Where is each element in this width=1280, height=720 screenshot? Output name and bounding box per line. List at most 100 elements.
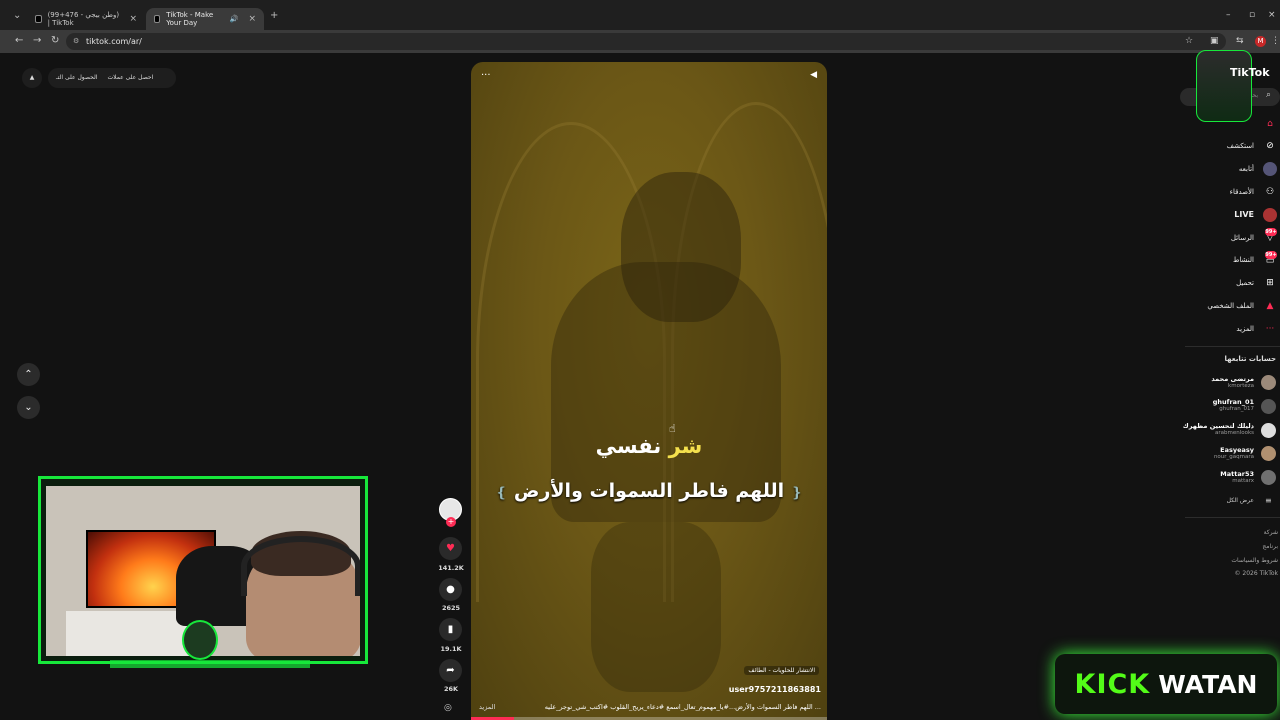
messages-badge: 99+ bbox=[1265, 228, 1277, 236]
account-handle: nour_gaqmara bbox=[1213, 454, 1254, 460]
sidebar-item-following[interactable]: أتابعه bbox=[1239, 165, 1254, 173]
sidebar-item-upload[interactable]: تحميل bbox=[1236, 279, 1254, 287]
sidebar-item-more[interactable]: المزيد bbox=[1236, 325, 1254, 333]
share-count: 26K bbox=[443, 685, 459, 693]
video-username[interactable]: user9757211863881 bbox=[729, 685, 821, 694]
more-icon[interactable]: ··· bbox=[1263, 322, 1277, 336]
mouse-cursor-icon: ☝ bbox=[669, 422, 676, 435]
follow-plus-icon[interactable]: + bbox=[446, 517, 456, 527]
profile-avatar[interactable]: M bbox=[1255, 36, 1266, 47]
search-icon[interactable]: ⌕ bbox=[1266, 90, 1271, 100]
account-name[interactable]: دليلك لتحسين مظهرك bbox=[1183, 422, 1254, 430]
headset-image bbox=[241, 536, 360, 596]
comment-button[interactable]: ● bbox=[439, 578, 462, 601]
tab-tiktok-live[interactable]: (99+وطن بيجي - 476) | TikTok × bbox=[27, 8, 145, 30]
get-app-label[interactable]: الحصول على التـ bbox=[56, 68, 97, 88]
like-button[interactable]: ♥ bbox=[439, 537, 462, 560]
kick-logo-text: KICK bbox=[1074, 668, 1151, 700]
home-icon[interactable]: ⌂ bbox=[1263, 117, 1277, 131]
account-handle: mattarx bbox=[1232, 478, 1254, 484]
kick-channel-name: WATAN bbox=[1158, 669, 1258, 699]
reload-icon[interactable]: ↻ bbox=[51, 35, 59, 46]
like-count: 141.2K bbox=[438, 564, 464, 572]
account-avatar[interactable] bbox=[1261, 470, 1276, 485]
browser-tab-bar: ⌄ (99+وطن بيجي - 476) | TikTok × TikTok … bbox=[0, 0, 1280, 30]
upload-icon[interactable]: ⊞ bbox=[1263, 276, 1277, 290]
activity-badge: 99+ bbox=[1265, 251, 1277, 259]
tab-search-icon[interactable]: ⌄ bbox=[13, 10, 21, 21]
sidebar-item-live[interactable]: LIVE bbox=[1234, 210, 1254, 219]
tiktok-small-icon[interactable]: ▲ bbox=[22, 68, 42, 88]
share-icon: ➦ bbox=[446, 665, 455, 676]
close-window-icon[interactable]: × bbox=[1268, 10, 1276, 20]
browser-menu-icon[interactable]: ⋮ bbox=[1271, 36, 1280, 46]
account-name[interactable]: Mattar53 bbox=[1220, 470, 1254, 478]
sidebar-item-activity[interactable]: النشاط bbox=[1233, 256, 1254, 264]
get-coins-label[interactable]: احصل على عملات bbox=[107, 68, 153, 88]
see-all-link[interactable]: عرض الكل bbox=[1227, 497, 1254, 504]
speaker-icon[interactable]: 🔊 bbox=[230, 15, 239, 23]
maximize-icon[interactable]: ▫ bbox=[1249, 10, 1255, 20]
video-figure bbox=[591, 522, 721, 692]
compass-icon[interactable]: ⊘ bbox=[1263, 139, 1277, 153]
footer-link[interactable]: شركة bbox=[1264, 529, 1278, 536]
list-icon[interactable]: ≡ bbox=[1265, 496, 1272, 505]
new-tab-button[interactable]: + bbox=[270, 10, 278, 21]
following-accounts-title: حسابات تتابعها bbox=[1224, 355, 1276, 363]
streamer-logo bbox=[182, 620, 218, 660]
account-avatar[interactable] bbox=[1261, 423, 1276, 438]
live-icon[interactable] bbox=[1263, 208, 1277, 222]
account-avatar[interactable] bbox=[1261, 375, 1276, 390]
site-info-icon[interactable]: ⚙ bbox=[73, 33, 79, 50]
close-tab-icon[interactable]: × bbox=[129, 14, 137, 24]
tiktok-favicon-icon bbox=[154, 15, 161, 23]
avatar-icon[interactable] bbox=[1263, 162, 1277, 176]
close-tab-icon[interactable]: × bbox=[248, 14, 256, 24]
extensions-icon[interactable]: ▣ bbox=[1210, 36, 1219, 46]
cast-icon[interactable]: ⇆ bbox=[1236, 36, 1244, 46]
profile-icon[interactable]: ▲ bbox=[1263, 299, 1277, 313]
description-more-link[interactable]: المزيد bbox=[479, 703, 495, 711]
streamer-overlay-logo bbox=[1196, 50, 1252, 122]
address-bar[interactable]: ⚙ tiktok.com/ar/ bbox=[66, 33, 1226, 50]
video-caption-line1: شر نفسي bbox=[471, 434, 827, 458]
get-coins-pill[interactable]: الحصول على التـ احصل على عملات bbox=[48, 68, 176, 88]
forward-icon[interactable]: → bbox=[33, 35, 41, 46]
comment-count: 2625 bbox=[441, 604, 461, 612]
account-name[interactable]: مرتضى محمد bbox=[1211, 375, 1254, 383]
share-button[interactable]: ➦ bbox=[439, 659, 462, 682]
friends-icon[interactable]: ⚇ bbox=[1263, 185, 1277, 199]
sidebar-item-explore[interactable]: استكشف bbox=[1227, 142, 1254, 150]
back-icon[interactable]: ← bbox=[15, 35, 23, 46]
bookmark-star-icon[interactable]: ☆ bbox=[1185, 36, 1193, 46]
heart-icon: ♥ bbox=[446, 543, 455, 554]
ornament-icon: ❵ bbox=[495, 485, 508, 501]
video-more-icon[interactable]: ··· bbox=[481, 70, 491, 81]
account-handle: kmorteza bbox=[1228, 383, 1254, 389]
screen: ⌄ (99+وطن بيجي - 476) | TikTok × TikTok … bbox=[0, 0, 1280, 720]
account-name[interactable]: ghufran_01 bbox=[1213, 398, 1254, 406]
video-figure bbox=[621, 172, 741, 322]
account-name[interactable]: Easyeasy bbox=[1220, 446, 1254, 454]
video-location-tag[interactable]: الانتشار للحلويات - الطائف bbox=[744, 666, 819, 675]
save-button[interactable]: ▮ bbox=[439, 618, 462, 641]
sidebar-divider bbox=[1185, 346, 1280, 347]
sidebar-item-friends[interactable]: الأصدقاء bbox=[1230, 188, 1254, 196]
next-video-button[interactable]: ⌄ bbox=[17, 396, 40, 419]
previous-video-button[interactable]: ⌃ bbox=[17, 363, 40, 386]
account-avatar[interactable] bbox=[1261, 446, 1276, 461]
volume-icon[interactable]: ◀ bbox=[810, 70, 817, 80]
account-handle: ghufran_017 bbox=[1219, 406, 1254, 412]
tab-tiktok-home[interactable]: TikTok - Make Your Day 🔊 × bbox=[146, 8, 264, 30]
footer-link[interactable]: برنامج bbox=[1262, 543, 1278, 550]
account-avatar[interactable] bbox=[1261, 399, 1276, 414]
footer-link[interactable]: شروط والسياسات bbox=[1231, 557, 1278, 564]
sidebar-item-messages[interactable]: الرسائل bbox=[1231, 234, 1254, 242]
tiktok-logo[interactable]: TikTok bbox=[1230, 66, 1270, 79]
sidebar-item-profile[interactable]: الملف الشخصي bbox=[1207, 302, 1254, 310]
music-disc-icon[interactable]: ◎ bbox=[444, 703, 452, 713]
account-handle: arabmenlooks bbox=[1214, 430, 1254, 436]
video-player[interactable]: ··· ◀ شر نفسي ❴ اللهم فاطر السموات والأر… bbox=[471, 62, 827, 720]
url-text: tiktok.com/ar/ bbox=[86, 37, 142, 46]
minimize-icon[interactable]: – bbox=[1226, 10, 1231, 20]
